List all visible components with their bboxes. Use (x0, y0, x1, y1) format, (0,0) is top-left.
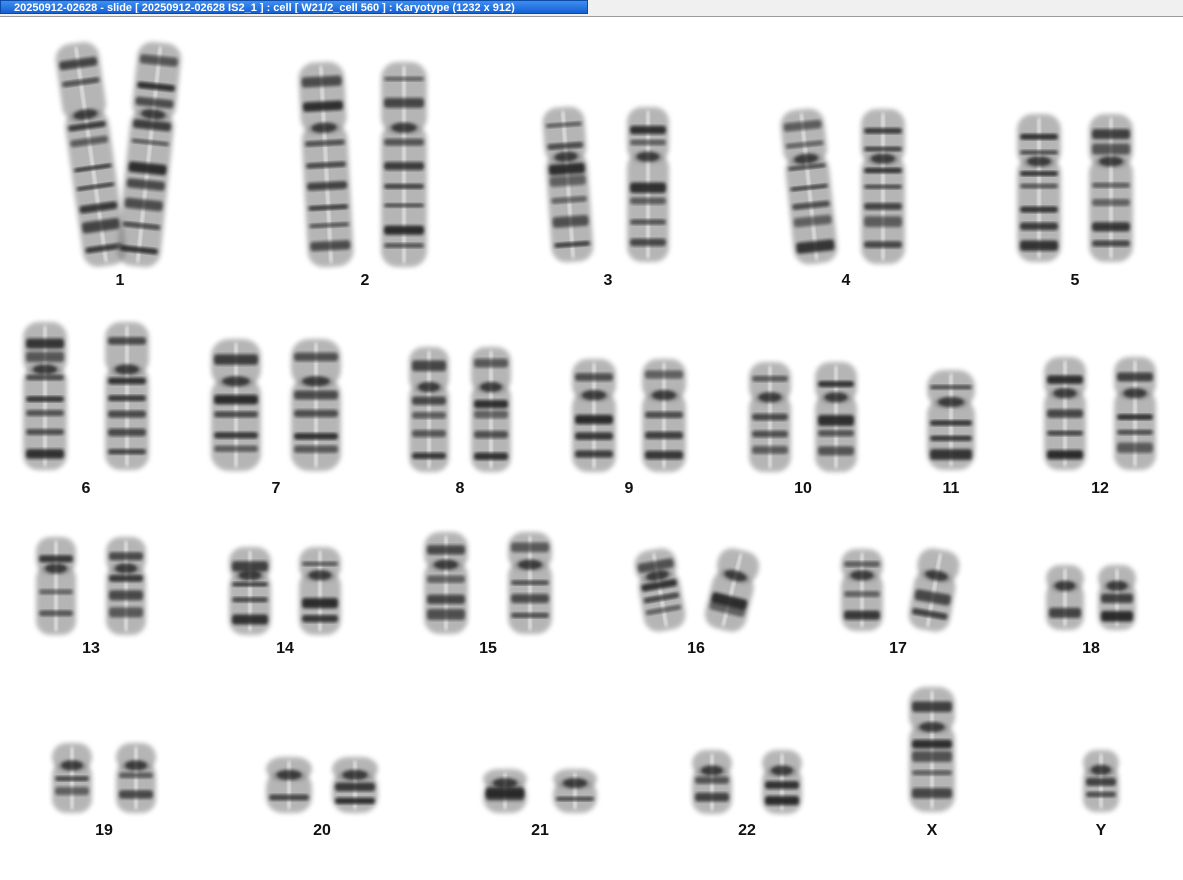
chromosome-7-homolog-a[interactable] (211, 339, 261, 471)
chromosome-14-homolog-a[interactable] (229, 547, 271, 635)
chromosome-label-13: 13 (82, 640, 100, 657)
chromosome-label-11: 11 (942, 480, 960, 497)
chromosome-9[interactable] (572, 359, 686, 472)
chromosome-15-homolog-a[interactable] (424, 532, 468, 634)
window-title[interactable]: 20250912-02628 - slide [ 20250912-02628 … (0, 0, 588, 14)
window-title-bar: 20250912-02628 - slide [ 20250912-02628 … (0, 0, 1183, 17)
chromosome-label-7: 7 (271, 480, 281, 497)
chromosome-label-22: 22 (738, 822, 756, 839)
chromosome-20[interactable] (266, 757, 378, 813)
chromosome-label-21: 21 (531, 822, 549, 839)
chromosome-label-16: 16 (687, 640, 705, 657)
chromosome-16-homolog-b[interactable] (702, 545, 763, 635)
chromosome-1-homolog-a[interactable] (54, 40, 129, 269)
chromosome-label-10: 10 (794, 480, 812, 497)
chromosome-7-homolog-b[interactable] (291, 339, 341, 471)
chromosome-22[interactable] (692, 750, 802, 814)
chromosome-9-homolog-b[interactable] (642, 359, 686, 472)
chromosome-16[interactable] (632, 545, 762, 635)
chromosome-10[interactable] (749, 362, 857, 472)
chromosome-14-homolog-b[interactable] (299, 547, 341, 635)
chromosome-17[interactable] (841, 546, 962, 634)
chromosome-18-homolog-a[interactable] (1046, 565, 1084, 630)
chromosome-label-6: 6 (81, 480, 91, 497)
chromosome-label-18: 18 (1082, 640, 1100, 657)
chromosome-label-19: 19 (95, 822, 113, 839)
chromosome-label-17: 17 (889, 640, 907, 657)
chromosome-8-homolog-b[interactable] (471, 347, 511, 472)
chromosome-13-homolog-b[interactable] (106, 537, 146, 635)
chromosome-22-homolog-b[interactable] (762, 750, 802, 814)
chromosome-11[interactable] (927, 370, 975, 470)
chromosome-1[interactable] (54, 40, 183, 269)
chromosome-10-homolog-b[interactable] (815, 362, 857, 472)
chromosome-22-homolog-a[interactable] (692, 750, 732, 814)
chromosome-2-homolog-a[interactable] (298, 61, 355, 268)
karyotype-image (23, 40, 1156, 814)
chromosome-10-homolog-a[interactable] (749, 362, 791, 472)
chromosome-12-homolog-a[interactable] (1044, 357, 1086, 470)
chromosome-2-homolog-b[interactable] (381, 62, 427, 267)
chromosome-label-15: 15 (479, 640, 497, 657)
chromosome-label-8: 8 (455, 480, 465, 497)
chromosome-6-homolog-b[interactable] (105, 322, 149, 470)
chromosome-2[interactable] (298, 61, 427, 268)
chromosome-12[interactable] (1044, 357, 1156, 470)
chromosome-label-y: Y (1095, 822, 1107, 839)
karyotype-canvas: 1 2 3 4 5 6 7 8 9 10 11 12 13 14 15 16 17 18 19 20 21 22 X Y (0, 17, 1183, 880)
chromosome-21-homolog-a[interactable] (483, 769, 527, 813)
chromosome-6-homolog-a[interactable] (23, 322, 67, 470)
chromosome-label-12: 12 (1091, 480, 1109, 497)
chromosome-label-1: 1 (115, 272, 125, 289)
chromosome-18[interactable] (1046, 565, 1136, 630)
chromosome-1-homolog-b[interactable] (115, 40, 182, 268)
chromosome-label-3: 3 (603, 272, 613, 289)
chromosome-4-homolog-b[interactable] (861, 109, 905, 264)
chromosome-13-homolog-a[interactable] (36, 537, 76, 635)
chromosome-20-homolog-a[interactable] (266, 757, 312, 813)
chromosome-9-homolog-a[interactable] (572, 359, 616, 472)
chromosome-x[interactable] (909, 687, 955, 812)
chromosome-y[interactable] (1083, 750, 1119, 812)
chromosome-19-homolog-b[interactable] (116, 743, 156, 813)
chromosome-20-homolog-b[interactable] (332, 757, 378, 813)
chromosome-label-x: X (926, 822, 938, 839)
chromosome-label-20: 20 (313, 822, 331, 839)
chromosome-21[interactable] (483, 769, 597, 813)
chromosome-8-homolog-a[interactable] (409, 347, 449, 472)
chromosome-21-homolog-b[interactable] (553, 769, 597, 813)
chromosome-label-14: 14 (276, 640, 294, 657)
chromosome-16-homolog-a[interactable] (632, 546, 688, 634)
chromosome-label-2: 2 (360, 272, 370, 289)
chromosome-5-homolog-b[interactable] (1089, 114, 1133, 262)
chromosome-4[interactable] (779, 107, 905, 266)
chromosome-4-homolog-a[interactable] (779, 107, 839, 266)
chromosome-3-homolog-a[interactable] (542, 106, 595, 264)
chromosome-5[interactable] (1017, 114, 1133, 262)
chromosome-15-homolog-b[interactable] (508, 532, 552, 634)
chromosome-3[interactable] (542, 106, 669, 264)
chromosome-14[interactable] (229, 547, 341, 635)
chromosome-17-homolog-a[interactable] (841, 549, 883, 631)
chromosome-3-homolog-b[interactable] (627, 107, 669, 262)
chromosome-5-homolog-a[interactable] (1017, 114, 1061, 262)
chromosome-19-homolog-a[interactable] (52, 743, 92, 813)
chromosome-12-homolog-b[interactable] (1114, 357, 1156, 470)
chromosome-15[interactable] (424, 532, 552, 634)
chromosome-6[interactable] (23, 322, 149, 470)
chromosome-label-4: 4 (841, 272, 851, 289)
chromosome-label-9: 9 (624, 480, 634, 497)
chromosome-8[interactable] (409, 347, 511, 472)
chromosome-19[interactable] (52, 743, 156, 813)
chromosome-label-5: 5 (1070, 272, 1080, 289)
chromosome-13[interactable] (36, 537, 146, 635)
chromosome-17-homolog-b[interactable] (906, 546, 962, 634)
chromosome-18-homolog-b[interactable] (1098, 565, 1136, 630)
chromosome-7[interactable] (211, 339, 341, 471)
